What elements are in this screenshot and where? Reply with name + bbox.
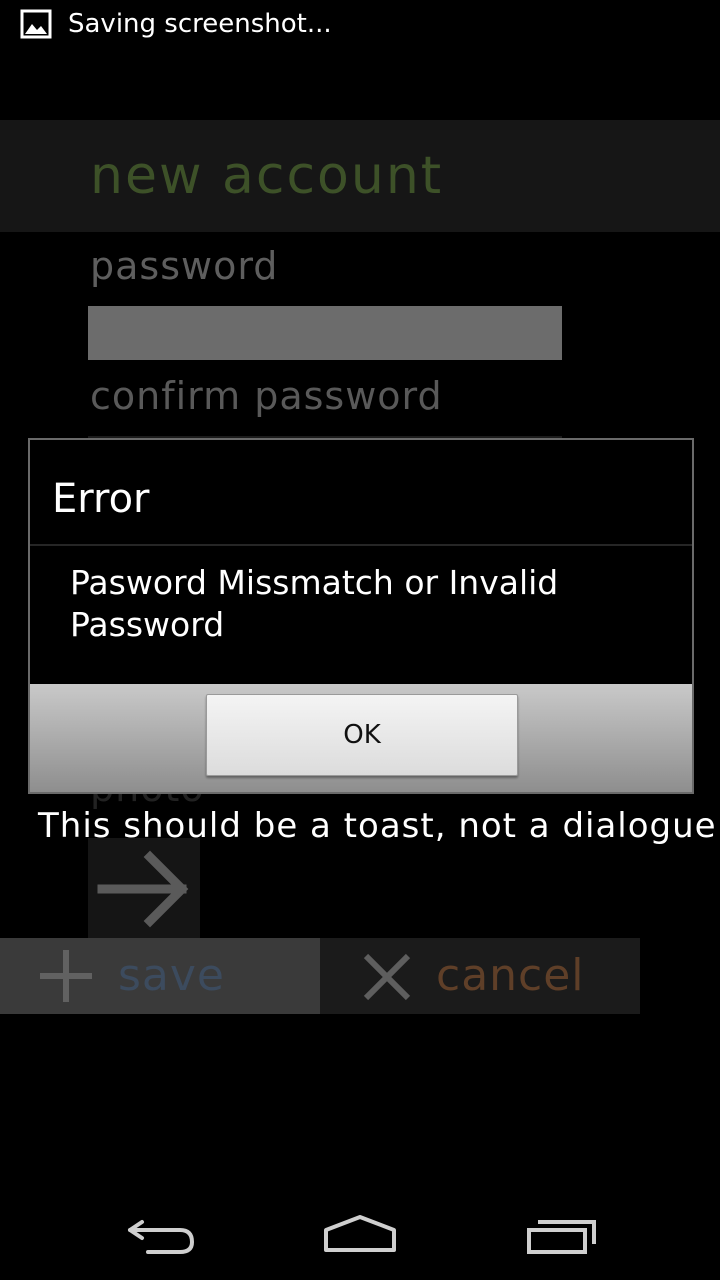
ok-button[interactable]: OK (206, 694, 518, 776)
dialog-header: Error (30, 440, 692, 544)
image-icon (20, 8, 52, 40)
dialog-message: Pasword Missmatch or Invalid Password (70, 563, 559, 644)
annotation-caption: This should be a toast, not a dialogue (38, 806, 717, 846)
cancel-button-label: cancel (436, 950, 585, 1001)
x-icon (363, 953, 411, 1001)
dialog-button-bar: OK (30, 684, 692, 792)
save-button-label: save (118, 950, 225, 1001)
dialog-title: Error (52, 476, 150, 522)
password-label: password (90, 244, 279, 288)
status-notification-text: Saving screenshot... (68, 9, 332, 39)
error-dialog: Error Pasword Missmatch or Invalid Passw… (28, 438, 694, 794)
photo-picker-button[interactable] (88, 838, 200, 938)
password-field[interactable] (88, 306, 562, 360)
page-title: new account (90, 146, 444, 206)
dialog-divider (30, 544, 692, 546)
screen: Saving screenshot... new account passwor… (0, 0, 720, 1280)
confirm-password-label: confirm password (90, 374, 443, 418)
status-bar: Saving screenshot... (0, 0, 720, 50)
arrow-right-icon (97, 850, 189, 928)
recents-icon[interactable] (526, 1216, 598, 1256)
cancel-button[interactable]: cancel (320, 938, 640, 1014)
back-icon[interactable] (126, 1216, 196, 1256)
navigation-bar (0, 1184, 720, 1280)
plus-icon (40, 950, 92, 1002)
save-button[interactable]: save (0, 938, 320, 1014)
home-icon[interactable] (322, 1214, 398, 1254)
